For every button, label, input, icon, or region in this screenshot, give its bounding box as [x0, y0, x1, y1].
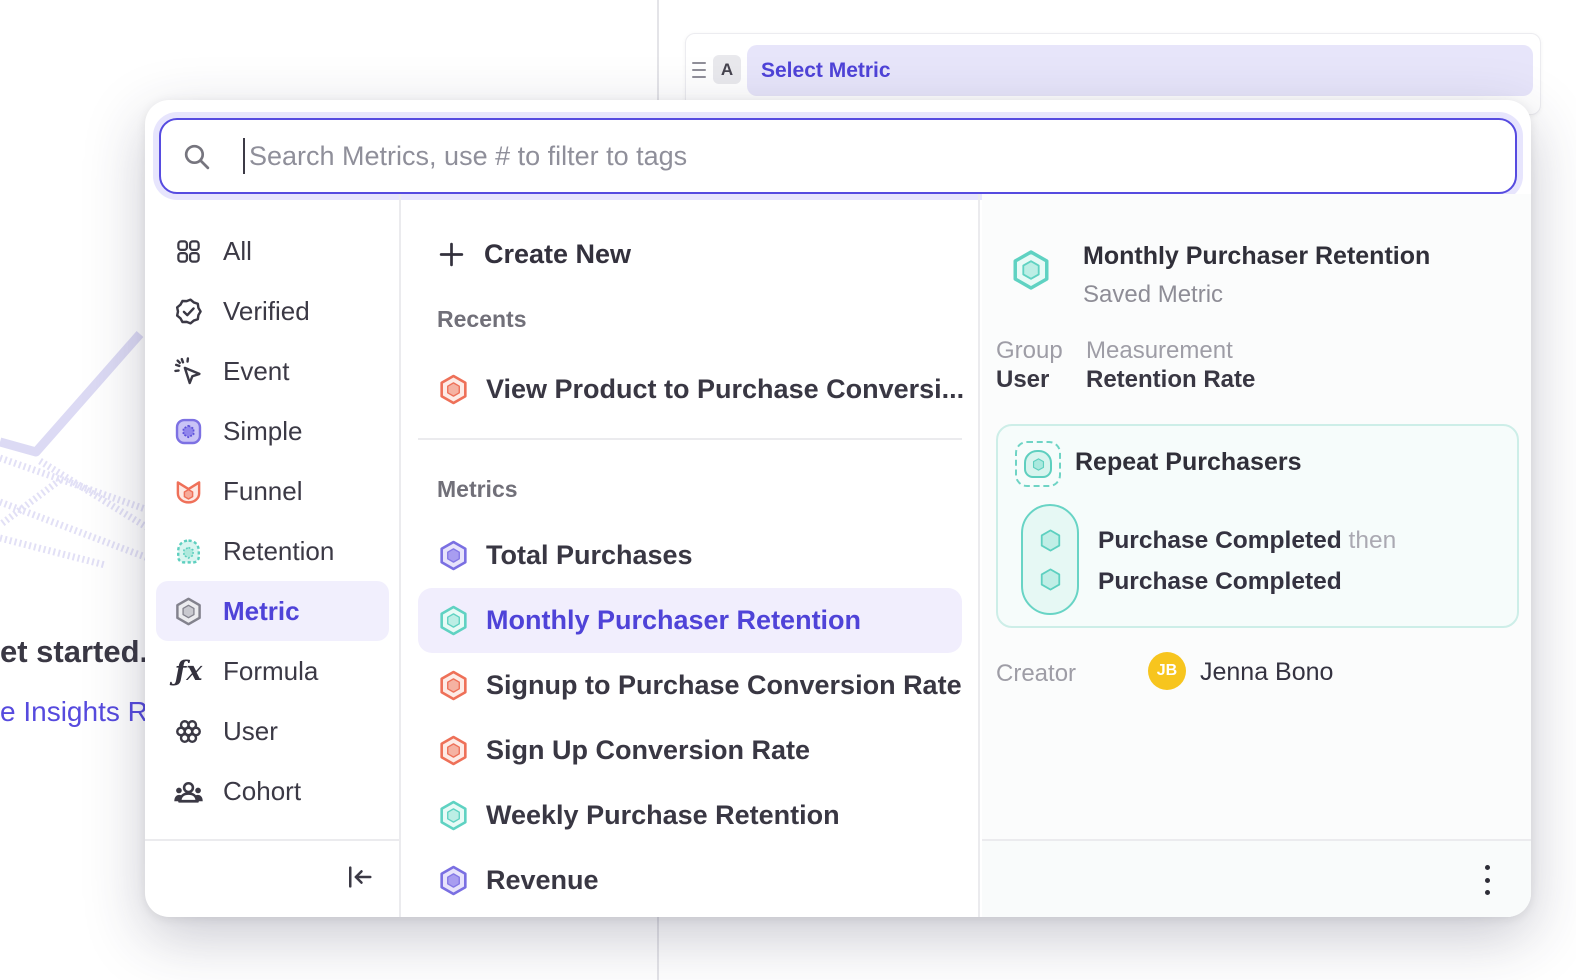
funnel-metric-hexagon-icon — [437, 373, 470, 406]
verified-badge-icon — [173, 296, 204, 327]
simple-icon — [173, 416, 204, 447]
category-sidebar: All Verified — [145, 194, 401, 917]
detail-subtitle: Saved Metric — [1083, 281, 1223, 309]
cohort-icon — [173, 776, 204, 807]
measurement-value: Retention Rate — [1086, 366, 1255, 394]
sidebar-item-label: Retention — [223, 536, 334, 567]
retention-steps-capsule — [1021, 504, 1079, 615]
metrics-section-label: Metrics — [401, 476, 978, 503]
screen: et started. e Insights Re A Select Metri… — [0, 0, 1576, 980]
sidebar-item-user[interactable]: User — [156, 701, 389, 761]
step-connector: then — [1349, 527, 1397, 554]
retention-icon — [173, 536, 204, 567]
sidebar-item-label: All — [223, 236, 252, 267]
definition-steps: Purchase Completed then Purchase Complet… — [1098, 520, 1396, 602]
metric-hexagon-icon — [437, 539, 470, 572]
measurement-label: Measurement — [1086, 337, 1233, 365]
sidebar-item-cohort[interactable]: Cohort — [156, 761, 389, 821]
metric-item-weekly-purchase-retention[interactable]: Weekly Purchase Retention — [418, 783, 962, 848]
metric-hexagon-icon — [173, 596, 204, 627]
grid-icon — [173, 236, 204, 267]
sidebar-item-label: User — [223, 716, 278, 747]
metric-list-column: Create New Recents View Product to Purch… — [401, 194, 980, 917]
select-metric-button[interactable]: Select Metric — [747, 45, 1533, 96]
retention-metric-hexagon-icon — [437, 604, 470, 637]
query-row-badge: A — [713, 55, 741, 84]
metric-item-label: Monthly Purchaser Retention — [486, 605, 861, 636]
step-1-event: Purchase Completed — [1098, 527, 1342, 554]
sidebar-footer-divider — [145, 839, 399, 841]
metric-item-label: Sign Up Conversion Rate — [486, 735, 810, 766]
sidebar-item-label: Simple — [223, 416, 302, 447]
step-2-event: Purchase Completed — [1098, 568, 1342, 595]
create-new-label: Create New — [484, 239, 631, 270]
metric-item-signup-to-purchase-conversion-rate[interactable]: Signup to Purchase Conversion Rate — [418, 653, 962, 718]
sidebar-item-label: Metric — [223, 596, 300, 627]
funnel-metric-hexagon-icon — [437, 734, 470, 767]
funnel-icon — [173, 476, 204, 507]
metric-item-sign-up-conversion-rate[interactable]: Sign Up Conversion Rate — [418, 718, 962, 783]
detail-footer — [982, 841, 1531, 917]
retention-metric-hexagon-icon — [1009, 248, 1053, 292]
formula-icon: ƒx — [173, 656, 204, 687]
plus-icon — [437, 240, 466, 269]
creator-name: Jenna Bono — [1200, 658, 1333, 687]
metric-item-total-purchases[interactable]: Total Purchases — [418, 523, 962, 588]
sidebar-item-metric[interactable]: Metric — [156, 581, 389, 641]
background-heading-fragment: et started. — [0, 634, 148, 670]
drag-handle-icon[interactable] — [692, 62, 706, 78]
recents-section-label: Recents — [401, 306, 978, 333]
retention-metric-hexagon-icon — [437, 799, 470, 832]
metric-picker-modal: All Verified — [145, 100, 1531, 917]
sidebar-item-label: Funnel — [223, 476, 303, 507]
recent-metric-item[interactable]: View Product to Purchase Conversi... — [401, 366, 978, 412]
list-divider — [418, 438, 962, 440]
metric-item-label: Weekly Purchase Retention — [486, 800, 840, 831]
sidebar-item-label: Verified — [223, 296, 310, 327]
insights-report-link[interactable]: e Insights Re — [0, 696, 163, 728]
sidebar-item-label: Formula — [223, 656, 318, 687]
collapse-left-icon[interactable] — [343, 861, 375, 893]
definition-name: Repeat Purchasers — [1075, 448, 1302, 477]
search-input[interactable] — [247, 140, 1495, 173]
hexagon-icon — [1037, 566, 1064, 593]
text-cursor — [243, 138, 245, 174]
metric-definition-card: Repeat Purchasers Purchase Completed the… — [996, 424, 1519, 628]
kebab-menu-icon[interactable] — [1479, 863, 1495, 897]
sidebar-item-all[interactable]: All — [156, 221, 389, 281]
sidebar-item-retention[interactable]: Retention — [156, 521, 389, 581]
recent-metric-label: View Product to Purchase Conversi... — [486, 374, 964, 405]
creator-label: Creator — [996, 660, 1076, 688]
hexagon-icon — [1037, 527, 1064, 554]
metric-item-label: Total Purchases — [486, 540, 693, 571]
sidebar-item-funnel[interactable]: Funnel — [156, 461, 389, 521]
sidebar-item-simple[interactable]: Simple — [156, 401, 389, 461]
group-value: User — [996, 366, 1049, 394]
search-bar — [159, 118, 1517, 194]
sidebar-item-label: Cohort — [223, 776, 301, 807]
modal-body: All Verified — [145, 194, 1531, 917]
creator-avatar: JB — [1148, 652, 1186, 690]
metric-item-revenue[interactable]: Revenue — [418, 848, 962, 913]
metric-item-label: Revenue — [486, 865, 599, 896]
search-icon — [181, 141, 212, 172]
sidebar-item-label: Event — [223, 356, 290, 387]
detail-title: Monthly Purchaser Retention — [1083, 242, 1430, 271]
group-label: Group — [996, 337, 1063, 365]
sidebar-item-formula[interactable]: ƒx Formula — [156, 641, 389, 701]
sidebar-item-event[interactable]: Event — [156, 341, 389, 401]
metric-item-label: Signup to Purchase Conversion Rate — [486, 670, 962, 701]
user-icon — [173, 716, 204, 747]
retention-definition-icon — [1015, 441, 1061, 487]
create-new-button[interactable]: Create New — [401, 236, 978, 272]
metric-hexagon-icon — [437, 864, 470, 897]
metric-item-monthly-purchaser-retention[interactable]: Monthly Purchaser Retention — [418, 588, 962, 653]
event-cursor-icon — [173, 356, 204, 387]
metric-detail-panel: Monthly Purchaser Retention Saved Metric… — [982, 194, 1531, 917]
background-chart-lines — [0, 330, 150, 670]
funnel-metric-hexagon-icon — [437, 669, 470, 702]
sidebar-item-verified[interactable]: Verified — [156, 281, 389, 341]
